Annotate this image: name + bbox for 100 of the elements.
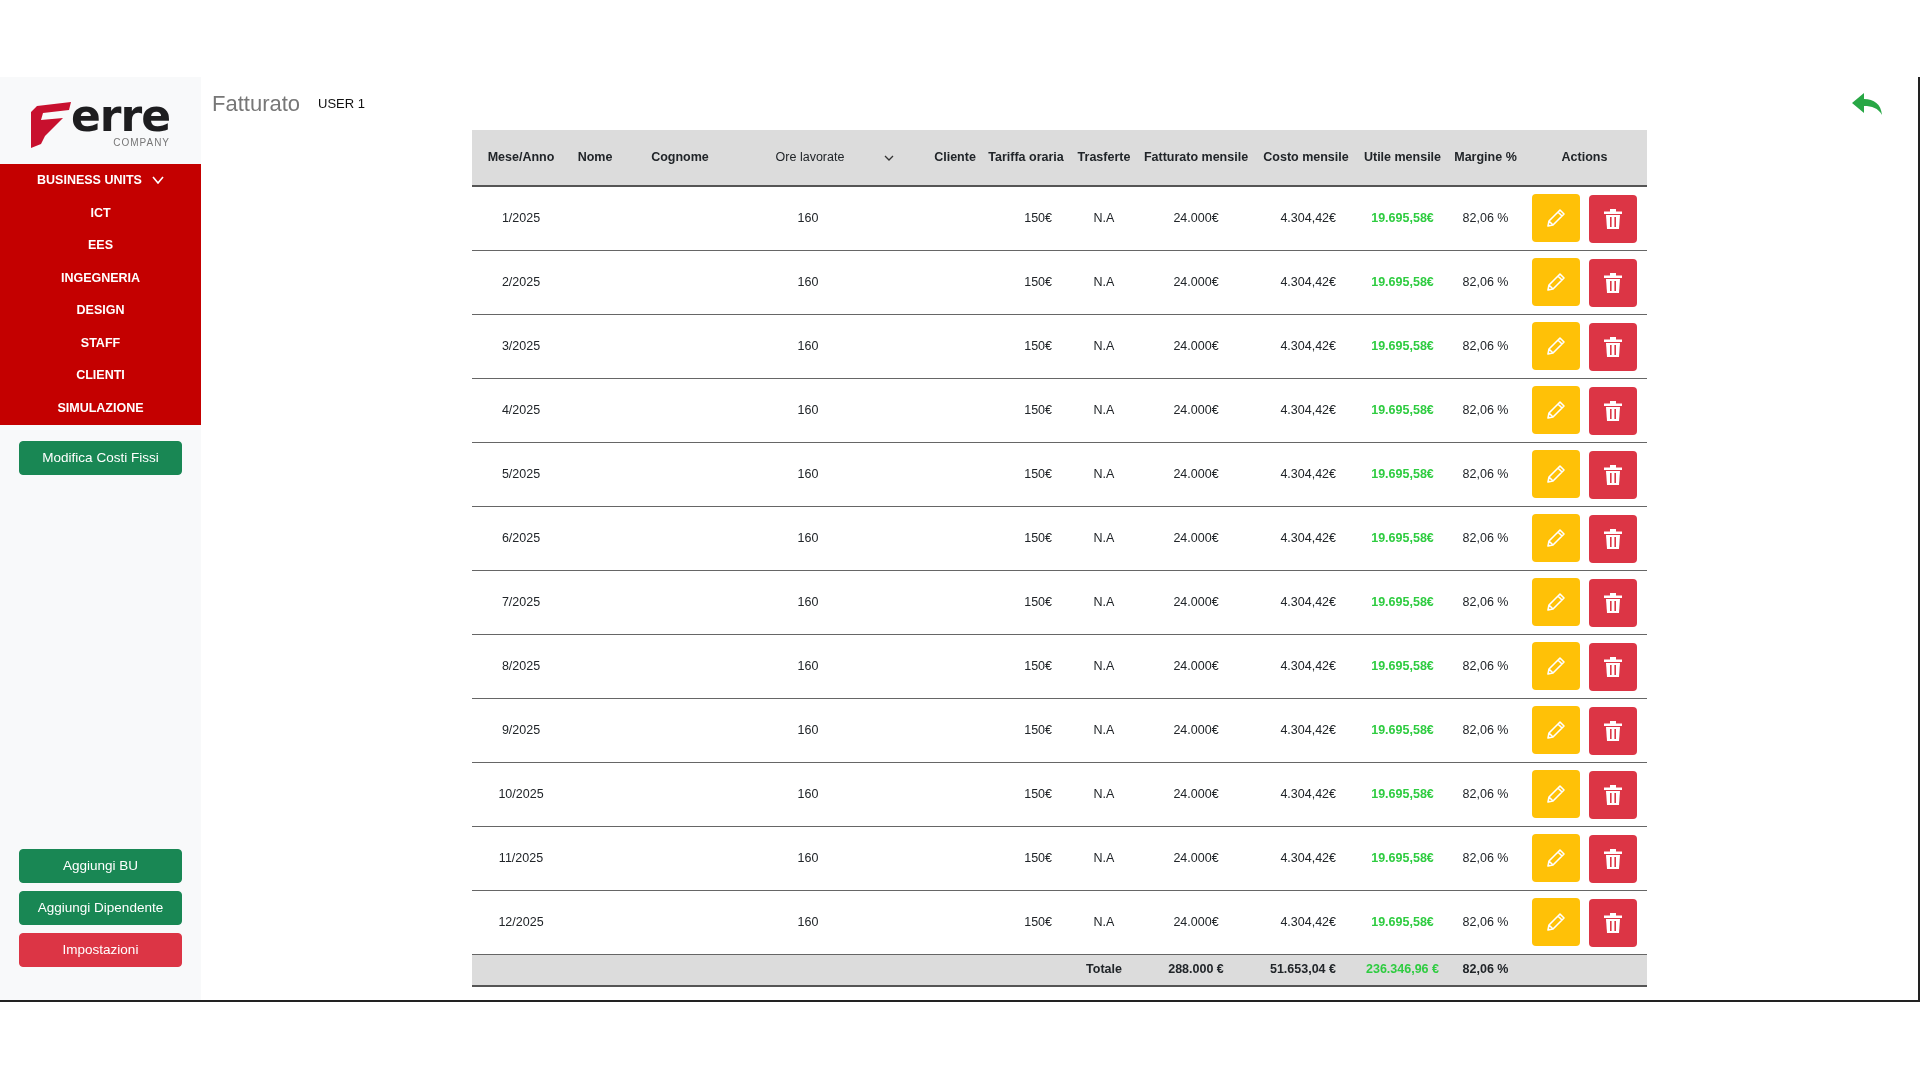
- back-button[interactable]: [1852, 92, 1882, 115]
- delete-button[interactable]: [1589, 258, 1637, 307]
- column-header: Cliente: [930, 130, 980, 186]
- trash-icon: [1604, 528, 1622, 549]
- table-cell: 82,06 %: [1462, 402, 1509, 417]
- column-header: Tariffa oraria: [980, 130, 1072, 186]
- menu-header[interactable]: BUSINESS UNITS: [0, 164, 201, 197]
- page-title: Fatturato: [212, 90, 301, 118]
- table-cell: 150€: [1024, 786, 1052, 801]
- menu-item[interactable]: SIMULAZIONE: [0, 392, 201, 425]
- table-cell: N.A: [1093, 722, 1115, 737]
- trash-icon: [1604, 848, 1622, 869]
- logo-wordmark: erre: [70, 93, 171, 138]
- menu-item[interactable]: CLIENTI: [0, 359, 201, 393]
- edit-fixed-costs-button[interactable]: Modifica Costi Fissi: [19, 441, 182, 475]
- menu-item[interactable]: ICT: [0, 196, 201, 230]
- pencil-icon: [1545, 590, 1567, 613]
- table-cell: 19.695,58€: [1371, 722, 1434, 737]
- table-cell: 150€: [1024, 530, 1052, 545]
- pencil-icon: [1545, 206, 1567, 229]
- pencil-icon: [1545, 398, 1567, 421]
- logo-subtitle: COMPANY: [112, 137, 171, 148]
- table-cell: 160: [797, 530, 819, 545]
- table-cell: 24.000€: [1173, 466, 1219, 481]
- delete-button[interactable]: [1589, 322, 1637, 371]
- pencil-icon: [1545, 782, 1567, 805]
- pencil-icon: [1545, 654, 1567, 677]
- table-cell: 82,06 %: [1462, 466, 1509, 481]
- sidebar-button[interactable]: Aggiungi BU: [19, 849, 182, 883]
- trash-icon: [1604, 592, 1622, 613]
- pencil-icon: [1545, 462, 1567, 485]
- total-cell: 82,06 %: [1462, 962, 1509, 977]
- table-cell: 150€: [1024, 338, 1052, 353]
- column-header[interactable]: Ore lavorate: [740, 130, 930, 186]
- delete-button[interactable]: [1589, 898, 1637, 947]
- menu-item[interactable]: DESIGN: [0, 294, 201, 327]
- delete-button[interactable]: [1589, 578, 1637, 627]
- pencil-icon: [1545, 718, 1567, 741]
- table-cell: 24.000€: [1173, 210, 1219, 225]
- menu-item[interactable]: STAFF: [0, 326, 201, 360]
- table-cell: 4/2025: [501, 402, 541, 417]
- table-cell: 82,06 %: [1462, 850, 1509, 865]
- table-cell: N.A: [1093, 786, 1115, 801]
- table-cell: 82,06 %: [1462, 274, 1509, 289]
- table-cell: 24.000€: [1173, 338, 1219, 353]
- sidebar-button[interactable]: Aggiungi Dipendente: [19, 891, 182, 925]
- pencil-icon: [1545, 270, 1567, 293]
- chevron-icon: [151, 176, 164, 185]
- table-cell: 4.304,42€: [1280, 466, 1336, 481]
- user-label: USER 1: [318, 94, 365, 113]
- delete-button[interactable]: [1589, 834, 1637, 883]
- table-cell: 150€: [1024, 274, 1052, 289]
- table-cell: 24.000€: [1173, 914, 1219, 929]
- table-cell: 24.000€: [1173, 658, 1219, 673]
- menu-item[interactable]: EES: [0, 229, 201, 262]
- table-cell: 7/2025: [501, 594, 541, 609]
- totals-label: Totale: [1086, 962, 1122, 977]
- table-cell: 2/2025: [501, 274, 541, 289]
- column-header: Actions: [1522, 130, 1647, 186]
- total-cell: 51.653,04 €: [1269, 962, 1336, 977]
- table-cell: 8/2025: [501, 658, 541, 673]
- total-cell: 236.346,96 €: [1366, 962, 1439, 977]
- sidebar-button[interactable]: Impostazioni: [19, 933, 182, 967]
- table-cell: 24.000€: [1173, 530, 1219, 545]
- trash-icon: [1604, 464, 1622, 485]
- table-cell: 82,06 %: [1462, 338, 1509, 353]
- logo-mark-icon: [30, 101, 71, 148]
- table-cell: 160: [797, 658, 819, 673]
- table-cell: 11/2025: [498, 850, 544, 865]
- table-cell: 24.000€: [1173, 722, 1219, 737]
- table-cell: 82,06 %: [1462, 530, 1509, 545]
- table-cell: 19.695,58€: [1371, 850, 1434, 865]
- menu-item[interactable]: INGEGNERIA: [0, 261, 201, 295]
- table-cell: 9/2025: [501, 722, 541, 737]
- total-cell: 288.000 €: [1168, 962, 1224, 977]
- trash-icon: [1604, 336, 1622, 357]
- table-cell: 160: [797, 466, 819, 481]
- delete-button[interactable]: [1589, 770, 1637, 819]
- delete-button[interactable]: [1589, 194, 1637, 243]
- table-cell: 19.695,58€: [1371, 338, 1434, 353]
- column-header: Utile mensile: [1356, 130, 1449, 186]
- table-cell: 19.695,58€: [1371, 466, 1434, 481]
- table-cell: 82,06 %: [1462, 594, 1509, 609]
- table-cell: 19.695,58€: [1371, 914, 1434, 929]
- table-cell: N.A: [1093, 594, 1115, 609]
- table-cell: 4.304,42€: [1280, 722, 1336, 737]
- delete-button[interactable]: [1589, 706, 1637, 755]
- table-cell: 19.695,58€: [1371, 210, 1434, 225]
- table-cell: 1/2025: [501, 210, 541, 225]
- delete-button[interactable]: [1589, 386, 1637, 435]
- table-cell: 24.000€: [1173, 594, 1219, 609]
- delete-button[interactable]: [1589, 514, 1637, 563]
- table-cell: 24.000€: [1173, 274, 1219, 289]
- delete-button[interactable]: [1589, 642, 1637, 691]
- delete-button[interactable]: [1589, 450, 1637, 499]
- caret-icon[interactable]: [884, 154, 895, 161]
- table-cell: 150€: [1024, 594, 1052, 609]
- table-cell: 24.000€: [1173, 402, 1219, 417]
- table-cell: 82,06 %: [1462, 914, 1509, 929]
- table-cell: N.A: [1093, 914, 1115, 929]
